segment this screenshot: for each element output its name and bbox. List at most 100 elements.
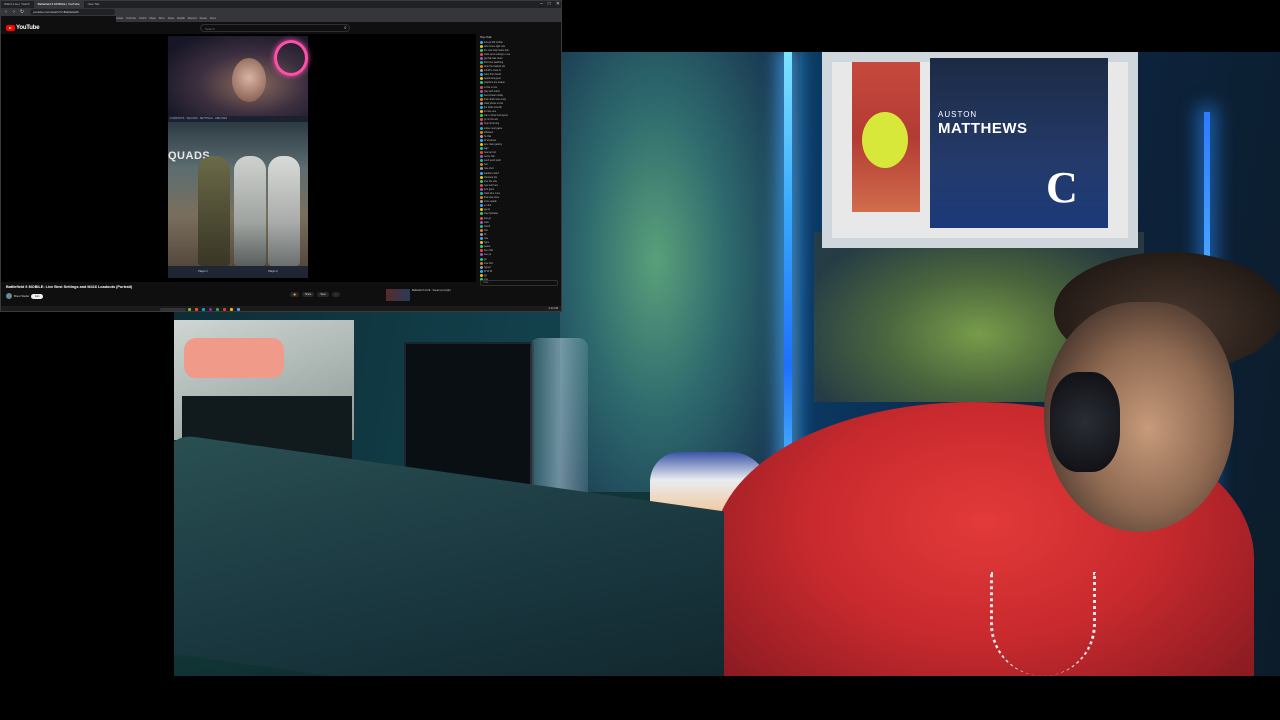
join-button[interactable]: Join bbox=[31, 293, 44, 299]
channel-avatar[interactable] bbox=[6, 293, 12, 299]
chat-avatar[interactable] bbox=[480, 81, 483, 85]
chat-avatar[interactable] bbox=[480, 265, 483, 269]
address-bar[interactable]: youtube.com/watch?v=Battlefield6 bbox=[30, 9, 115, 15]
chat-avatar[interactable] bbox=[480, 192, 483, 196]
chat-avatar[interactable] bbox=[480, 171, 483, 175]
chat-avatar[interactable] bbox=[480, 146, 483, 150]
chat-avatar[interactable] bbox=[480, 118, 483, 122]
chat-avatar[interactable] bbox=[480, 142, 483, 146]
chat-message-text: lol nice one bbox=[484, 110, 497, 114]
related-title[interactable]: Battlefield 6 LIVE · Squad up tonight bbox=[412, 289, 451, 301]
tab-youtube[interactable]: Battlefield 6 MOBILE | YouTube bbox=[33, 0, 84, 8]
search-icon[interactable]: ⌕ bbox=[344, 25, 347, 31]
video-player[interactable]: LOADOUTS · SQUADS · SETTINGS · ABILITIES… bbox=[0, 34, 476, 282]
chat-avatar[interactable] bbox=[480, 261, 483, 265]
chat-avatar[interactable] bbox=[480, 228, 483, 232]
chat-avatar[interactable] bbox=[480, 56, 483, 60]
channel-name[interactable]: Brew Studio bbox=[14, 294, 29, 298]
close-button[interactable]: ✕ bbox=[556, 0, 560, 8]
chat-avatar[interactable] bbox=[480, 273, 483, 277]
chat-avatar[interactable] bbox=[480, 97, 483, 101]
chat-avatar[interactable] bbox=[480, 89, 483, 93]
minimize-button[interactable]: – bbox=[540, 0, 543, 8]
chat-avatar[interactable] bbox=[480, 208, 483, 212]
browser-window: Watch Live | Twitch Battlefield 6 MOBILE… bbox=[0, 0, 562, 312]
chat-message-text: W bbox=[484, 232, 487, 236]
search-input[interactable]: Search bbox=[200, 24, 350, 32]
maximize-button[interactable]: □ bbox=[548, 0, 551, 8]
chat-avatar[interactable] bbox=[480, 212, 483, 216]
taskbar-app-icon[interactable] bbox=[188, 307, 191, 311]
chat-avatar[interactable] bbox=[480, 122, 483, 126]
chat-avatar[interactable] bbox=[480, 167, 483, 171]
chat-avatar[interactable] bbox=[480, 216, 483, 220]
chat-avatar[interactable] bbox=[480, 237, 483, 241]
like-button[interactable]: 👍 bbox=[290, 292, 299, 297]
taskbar-search[interactable] bbox=[160, 307, 186, 311]
chat-avatar[interactable] bbox=[480, 179, 483, 183]
tab-new[interactable]: New Tab bbox=[84, 0, 104, 8]
chat-avatar[interactable] bbox=[480, 48, 483, 52]
chat-avatar[interactable] bbox=[480, 232, 483, 236]
chat-avatar[interactable] bbox=[480, 138, 483, 142]
chat-avatar[interactable] bbox=[480, 175, 483, 179]
chat-avatar[interactable] bbox=[480, 130, 483, 134]
taskbar-app-icon[interactable] bbox=[209, 307, 212, 311]
os-taskbar: 4:12 AM bbox=[0, 306, 562, 312]
chat-avatar[interactable] bbox=[480, 204, 483, 208]
more-button[interactable]: ··· bbox=[331, 292, 341, 297]
chat-avatar[interactable] bbox=[480, 69, 483, 73]
chat-avatar[interactable] bbox=[480, 241, 483, 245]
chat-avatar[interactable] bbox=[480, 101, 483, 105]
chat-avatar[interactable] bbox=[480, 77, 483, 81]
chat-avatar[interactable] bbox=[480, 110, 483, 114]
chat-avatar[interactable] bbox=[480, 134, 483, 138]
chat-avatar[interactable] bbox=[480, 93, 483, 97]
chat-avatar[interactable] bbox=[480, 114, 483, 118]
chat-avatar[interactable] bbox=[480, 159, 483, 163]
soldier-character bbox=[198, 156, 230, 266]
tab-twitch[interactable]: Watch Live | Twitch bbox=[0, 0, 34, 8]
chat-avatar[interactable] bbox=[480, 61, 483, 65]
chat-avatar[interactable] bbox=[480, 224, 483, 228]
chat-avatar[interactable] bbox=[480, 40, 483, 44]
chat-avatar[interactable] bbox=[480, 73, 483, 77]
save-button[interactable]: Save bbox=[317, 292, 329, 297]
chat-avatar[interactable] bbox=[480, 106, 483, 110]
chat-avatar[interactable] bbox=[480, 220, 483, 224]
related-video[interactable]: Battlefield 6 LIVE · Squad up tonight bbox=[386, 289, 476, 301]
chat-avatar[interactable] bbox=[480, 253, 483, 257]
chat-message-text: can u show hud layout bbox=[484, 114, 508, 118]
chat-avatar[interactable] bbox=[480, 269, 483, 273]
chat-avatar[interactable] bbox=[480, 65, 483, 69]
related-thumbnail[interactable] bbox=[386, 289, 410, 301]
chat-avatar[interactable] bbox=[480, 126, 483, 130]
taskbar-app-icon[interactable] bbox=[195, 307, 198, 311]
taskbar-app-icon[interactable] bbox=[230, 307, 233, 311]
chat-avatar[interactable] bbox=[480, 151, 483, 155]
share-button[interactable]: Share bbox=[301, 292, 315, 297]
chat-avatar[interactable] bbox=[480, 196, 483, 200]
taskbar-app-icon[interactable] bbox=[202, 307, 205, 311]
taskbar-app-icon[interactable] bbox=[216, 307, 219, 311]
chat-avatar[interactable] bbox=[480, 187, 483, 191]
chat-avatar[interactable] bbox=[480, 183, 483, 187]
back-icon[interactable]: ‹ bbox=[3, 9, 9, 15]
chat-avatar[interactable] bbox=[480, 257, 483, 261]
chat-avatar[interactable] bbox=[480, 245, 483, 249]
youtube-logo[interactable]: YouTube bbox=[6, 25, 40, 31]
chat-avatar[interactable] bbox=[480, 155, 483, 159]
forward-icon[interactable]: › bbox=[11, 9, 17, 15]
taskbar-app-icon[interactable] bbox=[223, 307, 226, 311]
chat-avatar[interactable] bbox=[480, 163, 483, 167]
taskbar-app-icon[interactable] bbox=[237, 307, 240, 311]
chat-message-text: gz on the win bbox=[484, 118, 499, 122]
chat-avatar[interactable] bbox=[480, 44, 483, 48]
chat-avatar[interactable] bbox=[480, 200, 483, 204]
chat-avatar[interactable] bbox=[480, 249, 483, 253]
chat-message-text: clutch bbox=[484, 224, 491, 228]
reload-icon[interactable]: ↻ bbox=[19, 9, 25, 15]
chat-input[interactable]: Chat... bbox=[480, 280, 558, 286]
chat-avatar[interactable] bbox=[480, 52, 483, 56]
chat-avatar[interactable] bbox=[480, 85, 483, 89]
